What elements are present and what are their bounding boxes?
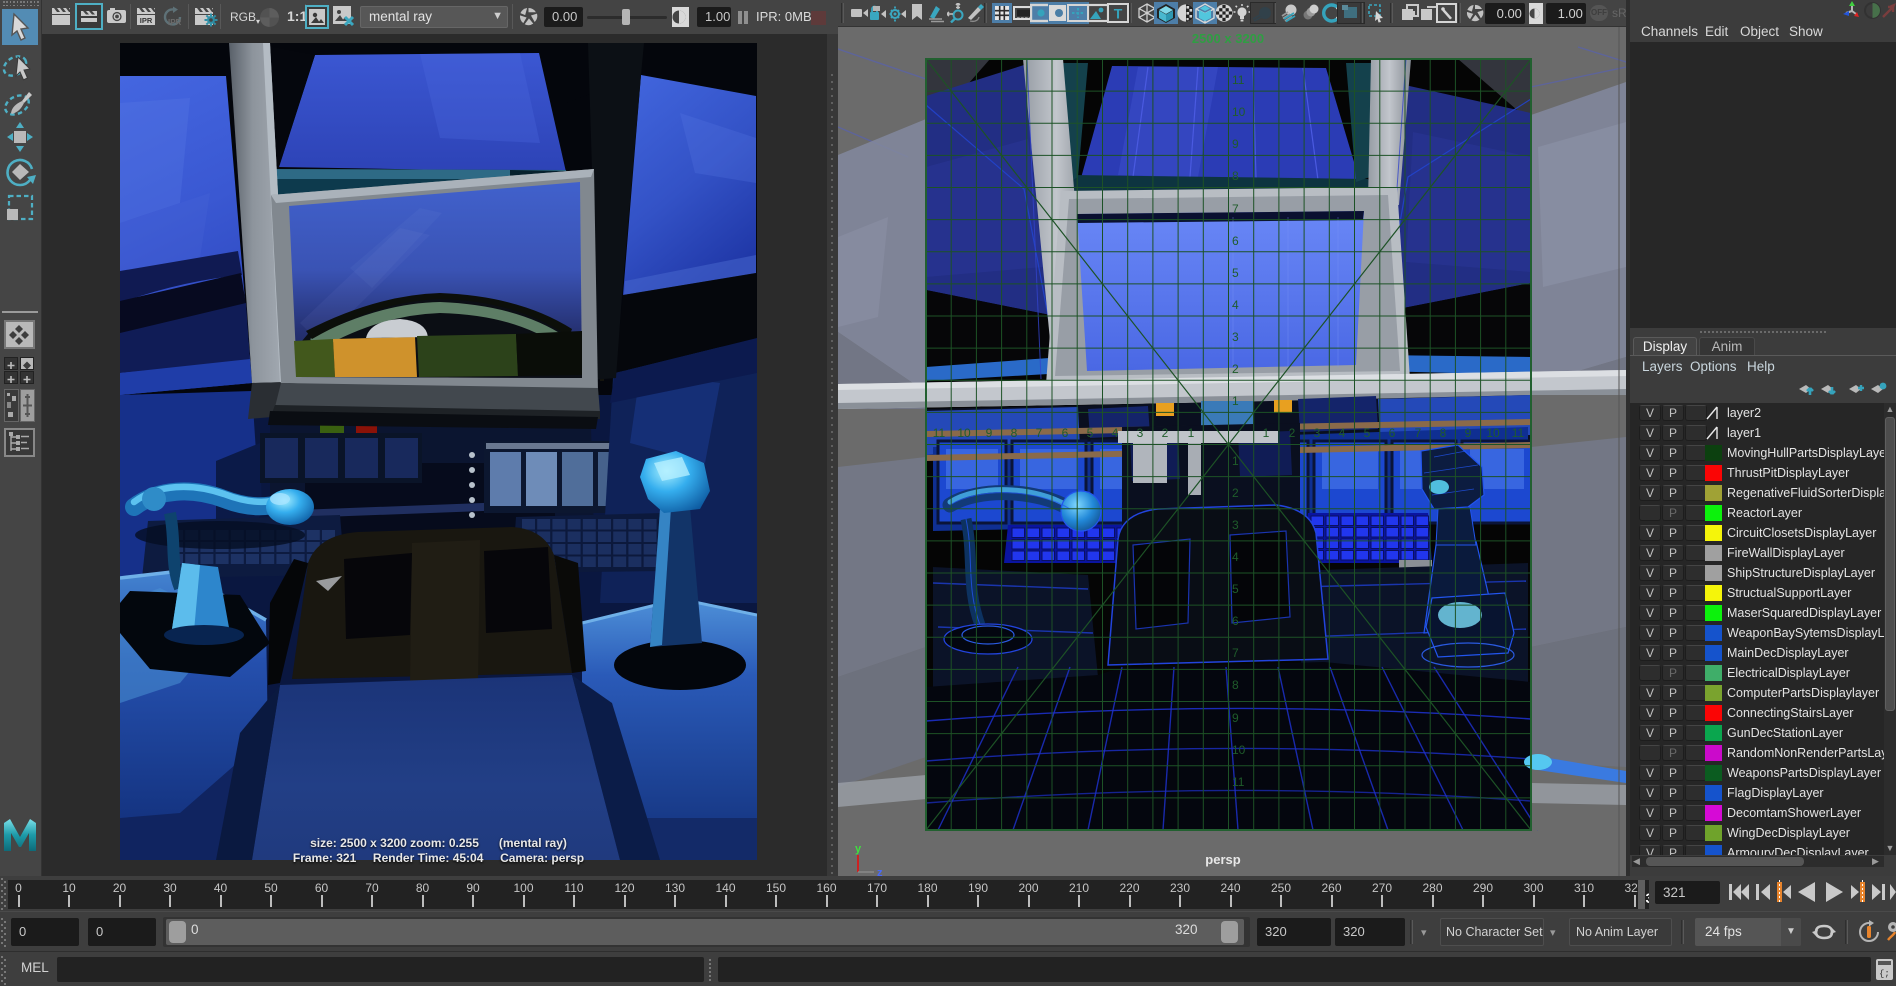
svg-text:3: 3 xyxy=(1314,426,1321,440)
svg-text:10: 10 xyxy=(1232,105,1246,119)
svg-text:9: 9 xyxy=(986,426,993,440)
svg-text:3: 3 xyxy=(1137,426,1144,440)
svg-text:9: 9 xyxy=(1232,137,1239,151)
svg-text:IPR: IPR xyxy=(140,16,153,25)
svg-text:9: 9 xyxy=(1465,426,1472,440)
svg-text:2: 2 xyxy=(1162,426,1169,440)
svg-text:3: 3 xyxy=(1232,518,1239,532)
svg-text:6: 6 xyxy=(1232,234,1239,248)
svg-text:10: 10 xyxy=(957,426,971,440)
svg-text:y: y xyxy=(855,843,862,855)
svg-text:4: 4 xyxy=(1112,426,1119,440)
svg-text:z: z xyxy=(877,867,883,876)
svg-text:4: 4 xyxy=(1232,550,1239,564)
svg-text:6: 6 xyxy=(1062,426,1069,440)
svg-text:8: 8 xyxy=(1440,426,1447,440)
svg-text:5: 5 xyxy=(1232,582,1239,596)
svg-text:5: 5 xyxy=(1087,426,1094,440)
svg-text:5: 5 xyxy=(1232,266,1239,280)
svg-text:10: 10 xyxy=(1486,426,1500,440)
svg-text:5: 5 xyxy=(1364,426,1371,440)
svg-text:7: 7 xyxy=(1232,646,1239,660)
svg-text:10: 10 xyxy=(1232,743,1246,757)
svg-text:9: 9 xyxy=(1232,711,1239,725)
svg-text:T: T xyxy=(1114,6,1123,22)
svg-text:8: 8 xyxy=(1011,426,1018,440)
svg-text:8: 8 xyxy=(1232,169,1239,183)
svg-text:2: 2 xyxy=(1232,486,1239,500)
svg-text:8: 8 xyxy=(1232,678,1239,692)
svg-text:3: 3 xyxy=(1232,330,1239,344)
svg-text:7: 7 xyxy=(1232,202,1239,216)
svg-text:1: 1 xyxy=(1188,426,1195,440)
svg-text:2: 2 xyxy=(1289,426,1296,440)
svg-text:1: 1 xyxy=(1263,426,1270,440)
svg-text:11: 11 xyxy=(1232,775,1245,789)
svg-text:2500 x 3200: 2500 x 3200 xyxy=(1192,31,1264,46)
svg-text:11: 11 xyxy=(933,426,946,440)
svg-text:6: 6 xyxy=(1232,614,1239,628)
svg-text:1: 1 xyxy=(1232,454,1239,468)
svg-text:IPR: IPR xyxy=(168,18,182,27)
svg-text:7: 7 xyxy=(1036,426,1043,440)
svg-text:4: 4 xyxy=(1339,426,1346,440)
svg-text:4: 4 xyxy=(1232,298,1239,312)
svg-text:6: 6 xyxy=(1389,426,1396,440)
svg-text:11: 11 xyxy=(1232,73,1245,87)
svg-text:{;: {; xyxy=(1879,969,1890,979)
svg-text:11: 11 xyxy=(1512,426,1525,440)
svg-text:2: 2 xyxy=(1232,362,1239,376)
svg-text:7: 7 xyxy=(1415,426,1422,440)
svg-text:1: 1 xyxy=(1232,394,1239,408)
svg-text:persp: persp xyxy=(1205,852,1240,867)
